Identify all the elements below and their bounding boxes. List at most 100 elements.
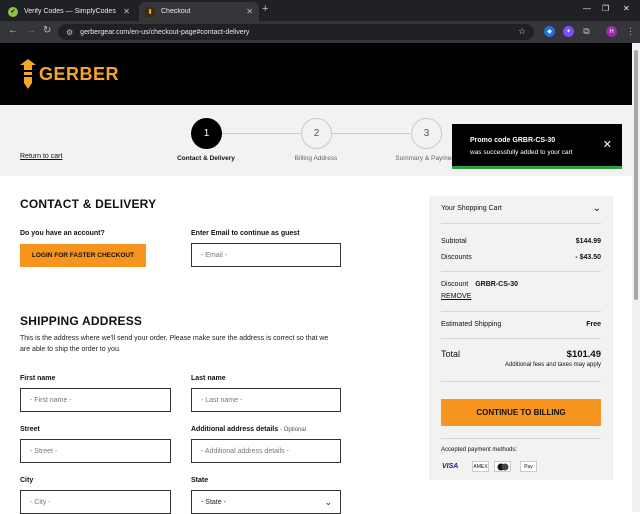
step-1-circle: 1: [191, 118, 222, 149]
divider: [441, 381, 601, 382]
additional-address-label-text: Additional address details: [191, 426, 279, 433]
mastercard-icon: [494, 461, 511, 472]
tab-close-icon[interactable]: ✕: [123, 7, 130, 16]
url-field[interactable]: ⚙ gerbergear.com/en-us/checkout-page#con…: [58, 24, 534, 40]
apple-pay-icon: Pay: [520, 461, 537, 472]
window-close-icon[interactable]: ✕: [623, 4, 630, 13]
additional-address-label: Additional address details - Optional: [191, 426, 306, 433]
login-button[interactable]: LOGIN FOR FASTER CHECKOUT: [20, 244, 146, 267]
simplycodes-favicon-icon: ✔: [8, 6, 18, 17]
mastercard-circles-icon: [497, 463, 508, 470]
payment-methods-label: Accepted payment methods:: [441, 447, 518, 453]
forward-icon[interactable]: →: [26, 25, 36, 36]
shopping-cart-panel: Your Shopping Cart ⌄ Subtotal $144.99 Di…: [429, 196, 613, 480]
step-1-label: Contact & Delivery: [177, 155, 235, 162]
divider: [441, 338, 601, 339]
bookmark-star-icon[interactable]: ☆: [518, 26, 526, 37]
fees-note: Additional fees and taxes may apply: [504, 362, 601, 368]
total-row: Total $101.49: [441, 349, 601, 360]
divider: [441, 311, 601, 312]
profile-avatar[interactable]: H: [606, 26, 617, 37]
tab-title: Checkout: [161, 8, 191, 15]
shipping-row: Estimated Shipping Free: [441, 321, 601, 328]
promo-toast: Promo code GRBR-CS-30 was successfully a…: [452, 124, 622, 169]
total-label: Total: [441, 349, 461, 359]
step-connector: [332, 133, 410, 134]
first-name-label: First name: [20, 375, 56, 382]
amex-card-icon: AMEX: [472, 461, 489, 472]
browser-menu-icon[interactable]: ⋮: [625, 26, 636, 37]
step-2-label: Billing Address: [294, 155, 338, 162]
additional-address-input[interactable]: - Additional address details -: [191, 439, 341, 463]
account-label: Do you have an account?: [20, 230, 105, 237]
new-tab-icon[interactable]: +: [262, 3, 268, 15]
state-select-value: - State -: [201, 498, 226, 506]
browser-tab-bar: ✔ Verify Codes — SimplyCodes ✕ ▮ Checkou…: [0, 0, 640, 21]
street-input[interactable]: - Street -: [20, 439, 171, 463]
optional-hint: - Optional: [280, 427, 307, 433]
cart-title: Your Shopping Cart: [441, 205, 502, 212]
restore-icon[interactable]: ❐: [602, 4, 609, 13]
shipping-heading: SHIPPING ADDRESS: [20, 314, 143, 328]
chevron-down-icon: ⌄: [592, 203, 601, 214]
url-text: gerbergear.com/en-us/checkout-page#conta…: [80, 28, 250, 36]
tab-title: Verify Codes — SimplyCodes: [24, 8, 116, 15]
discounts-value: - $43.50: [575, 254, 601, 261]
site-header: GERBER: [0, 43, 632, 105]
state-label: State: [191, 477, 209, 484]
email-input[interactable]: - Email -: [191, 243, 341, 267]
gerber-logo[interactable]: GERBER: [20, 59, 119, 89]
address-bar-row: ← → ↻ ⚙ gerbergear.com/en-us/checkout-pa…: [0, 21, 640, 43]
first-name-input[interactable]: - First name -: [20, 388, 171, 412]
minimize-icon[interactable]: —: [583, 4, 591, 13]
city-label: City: [20, 477, 34, 484]
page-scrollbar-thumb[interactable]: [634, 50, 638, 300]
shipping-label: Estimated Shipping: [441, 321, 502, 328]
total-value: $101.49: [566, 349, 601, 360]
chevron-down-icon: ⌄: [324, 496, 332, 507]
fees-note-row: Additional fees and taxes may apply: [441, 362, 601, 368]
return-to-cart-link[interactable]: Return to cart: [20, 153, 62, 160]
remove-discount-link[interactable]: REMOVE: [441, 293, 471, 300]
site-info-icon[interactable]: ⚙: [66, 28, 73, 37]
step-3-circle: 3: [411, 118, 442, 149]
discount-label: Discount: [441, 281, 469, 288]
subtotal-value: $144.99: [575, 238, 601, 245]
step-2-circle: 2: [301, 118, 332, 149]
toast-message: was successfully added to your cart: [470, 149, 573, 156]
shipping-value: Free: [586, 321, 601, 328]
tab-checkout[interactable]: ▮ Checkout ✕: [139, 2, 259, 21]
continue-to-billing-button[interactable]: CONTINUE TO BILLING: [441, 399, 601, 426]
extension-shield-icon[interactable]: ◆: [544, 26, 555, 37]
extensions-puzzle-icon[interactable]: ⧉: [581, 26, 592, 37]
remove-row: REMOVE: [441, 293, 601, 300]
state-select[interactable]: - State - ⌄: [191, 490, 341, 514]
visa-card-icon: VISA: [442, 463, 459, 470]
street-label: Street: [20, 426, 40, 433]
discounts-row: Discounts - $43.50: [441, 254, 601, 261]
discount-code: GRBR-CS-30: [475, 281, 519, 288]
contact-heading: CONTACT & DELIVERY: [20, 197, 157, 211]
back-icon[interactable]: ←: [8, 25, 18, 36]
subtotal-row: Subtotal $144.99: [441, 238, 601, 245]
brand-wordmark: GERBER: [39, 63, 120, 84]
gerber-favicon-icon: ▮: [145, 6, 155, 17]
cart-header[interactable]: Your Shopping Cart ⌄: [441, 203, 601, 214]
extension-ai-icon[interactable]: ✦: [563, 26, 574, 37]
tab-close-icon[interactable]: ✕: [246, 7, 253, 16]
tab-simplycodes[interactable]: ✔ Verify Codes — SimplyCodes ✕: [2, 2, 136, 21]
last-name-input[interactable]: - Last name -: [191, 388, 341, 412]
subtotal-label: Subtotal: [441, 238, 467, 245]
last-name-label: Last name: [191, 375, 226, 382]
reload-icon[interactable]: ↻: [43, 25, 51, 36]
city-input[interactable]: - City -: [20, 490, 171, 514]
divider: [441, 271, 601, 272]
step-connector: [222, 133, 300, 134]
apple-pay-text: Pay: [524, 463, 533, 470]
shipping-description: This is the address where we'll send you…: [20, 335, 329, 353]
email-label: Enter Email to continue as guest: [191, 230, 300, 237]
gerber-logo-icon: [20, 59, 36, 89]
divider: [441, 223, 601, 224]
toast-close-icon[interactable]: ✕: [603, 138, 612, 151]
divider: [441, 438, 601, 439]
